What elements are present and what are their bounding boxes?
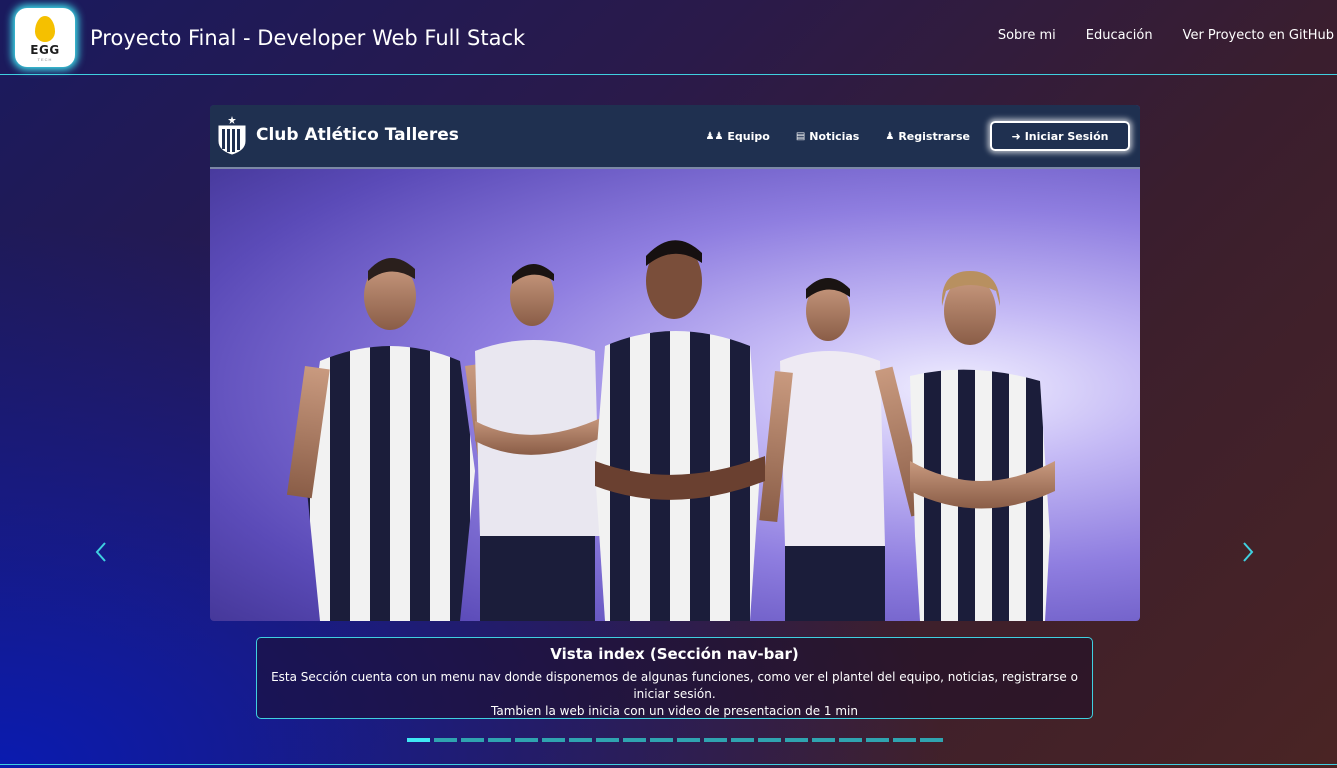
carousel-indicator[interactable]	[407, 738, 430, 742]
player-1	[286, 257, 508, 621]
club-login-label: Iniciar Sesión	[1024, 129, 1109, 143]
player-4	[759, 278, 929, 621]
player-5	[910, 271, 1055, 621]
sign-in-icon: ➜	[1011, 129, 1021, 143]
carousel-indicator[interactable]	[704, 738, 727, 742]
carousel-indicator[interactable]	[434, 738, 457, 742]
club-nav-links: ♟♟ Equipo ▤ Noticias ♟ Registrarse ➜ Ini…	[679, 121, 1130, 151]
carousel-indicator[interactable]	[731, 738, 754, 742]
club-navbar-screenshot: Club Atlético Talleres ♟♟ Equipo ▤ Notic…	[210, 105, 1140, 169]
page-title: Proyecto Final - Developer Web Full Stac…	[90, 26, 526, 50]
carousel-indicator[interactable]	[758, 738, 781, 742]
player-3	[595, 240, 765, 621]
egg-icon	[35, 15, 55, 42]
nav-link-educacion[interactable]: Educación	[1086, 28, 1153, 43]
carousel-indicator[interactable]	[650, 738, 673, 742]
chevron-right-icon	[1243, 542, 1254, 562]
team-players-photo	[286, 240, 1055, 621]
nav-link-sobre-mi[interactable]: Sobre mi	[998, 28, 1056, 43]
club-nav-noticias: ▤ Noticias	[796, 130, 860, 143]
carousel-indicator[interactable]	[623, 738, 646, 742]
carousel-prev-button[interactable]	[93, 540, 109, 564]
caption-text-line-2: Tambien la web inicia con un video de pr…	[491, 704, 858, 718]
carousel-indicators	[407, 738, 947, 742]
club-nav-equipo: ♟♟ Equipo	[705, 130, 769, 143]
carousel-indicator[interactable]	[596, 738, 619, 742]
main-nav: Sobre mi Educación Ver Proyecto en GitHu…	[968, 28, 1337, 43]
club-login-button: ➜ Iniciar Sesión	[990, 121, 1130, 151]
club-nav-noticias-label: Noticias	[809, 129, 860, 143]
logo-subtext: TECH	[37, 56, 53, 62]
carousel-indicator[interactable]	[488, 738, 511, 742]
carousel-caption: Vista index (Sección nav-bar) Esta Secci…	[256, 637, 1093, 719]
carousel-slide-image: Club Atlético Talleres ♟♟ Equipo ▤ Notic…	[210, 105, 1140, 621]
club-crest-icon	[218, 116, 246, 155]
logo-text: EGG	[30, 42, 60, 57]
carousel-indicator[interactable]	[569, 738, 592, 742]
top-navbar: EGG TECH Proyecto Final - Developer Web …	[0, 0, 1337, 75]
carousel-indicator[interactable]	[920, 738, 943, 742]
club-nav-registrarse-label: Registrarse	[898, 129, 970, 143]
chevron-left-icon	[95, 542, 106, 562]
carousel-indicator[interactable]	[515, 738, 538, 742]
user-plus-icon: ♟	[885, 130, 895, 142]
egg-logo[interactable]: EGG TECH	[15, 8, 75, 67]
club-nav-equipo-label: Equipo	[727, 129, 770, 143]
caption-title: Vista index (Sección nav-bar)	[550, 645, 799, 663]
nav-link-github[interactable]: Ver Proyecto en GitHub	[1183, 28, 1334, 43]
player-2	[475, 263, 605, 621]
carousel-indicator[interactable]	[839, 738, 862, 742]
users-icon: ♟♟	[705, 130, 724, 142]
carousel-indicator[interactable]	[677, 738, 700, 742]
footer-divider	[0, 764, 1337, 765]
caption-text-line-1: Esta Sección cuenta con un menu nav dond…	[271, 670, 1078, 701]
club-name: Club Atlético Talleres	[256, 125, 459, 145]
newspaper-icon: ▤	[795, 130, 806, 142]
carousel-next-button[interactable]	[1240, 540, 1256, 564]
carousel-indicator[interactable]	[785, 738, 808, 742]
carousel-indicator[interactable]	[893, 738, 916, 742]
carousel-indicator[interactable]	[542, 738, 565, 742]
carousel-indicator[interactable]	[812, 738, 835, 742]
club-nav-registrarse: ♟ Registrarse	[885, 130, 970, 143]
carousel-indicator[interactable]	[866, 738, 889, 742]
carousel-indicator[interactable]	[461, 738, 484, 742]
